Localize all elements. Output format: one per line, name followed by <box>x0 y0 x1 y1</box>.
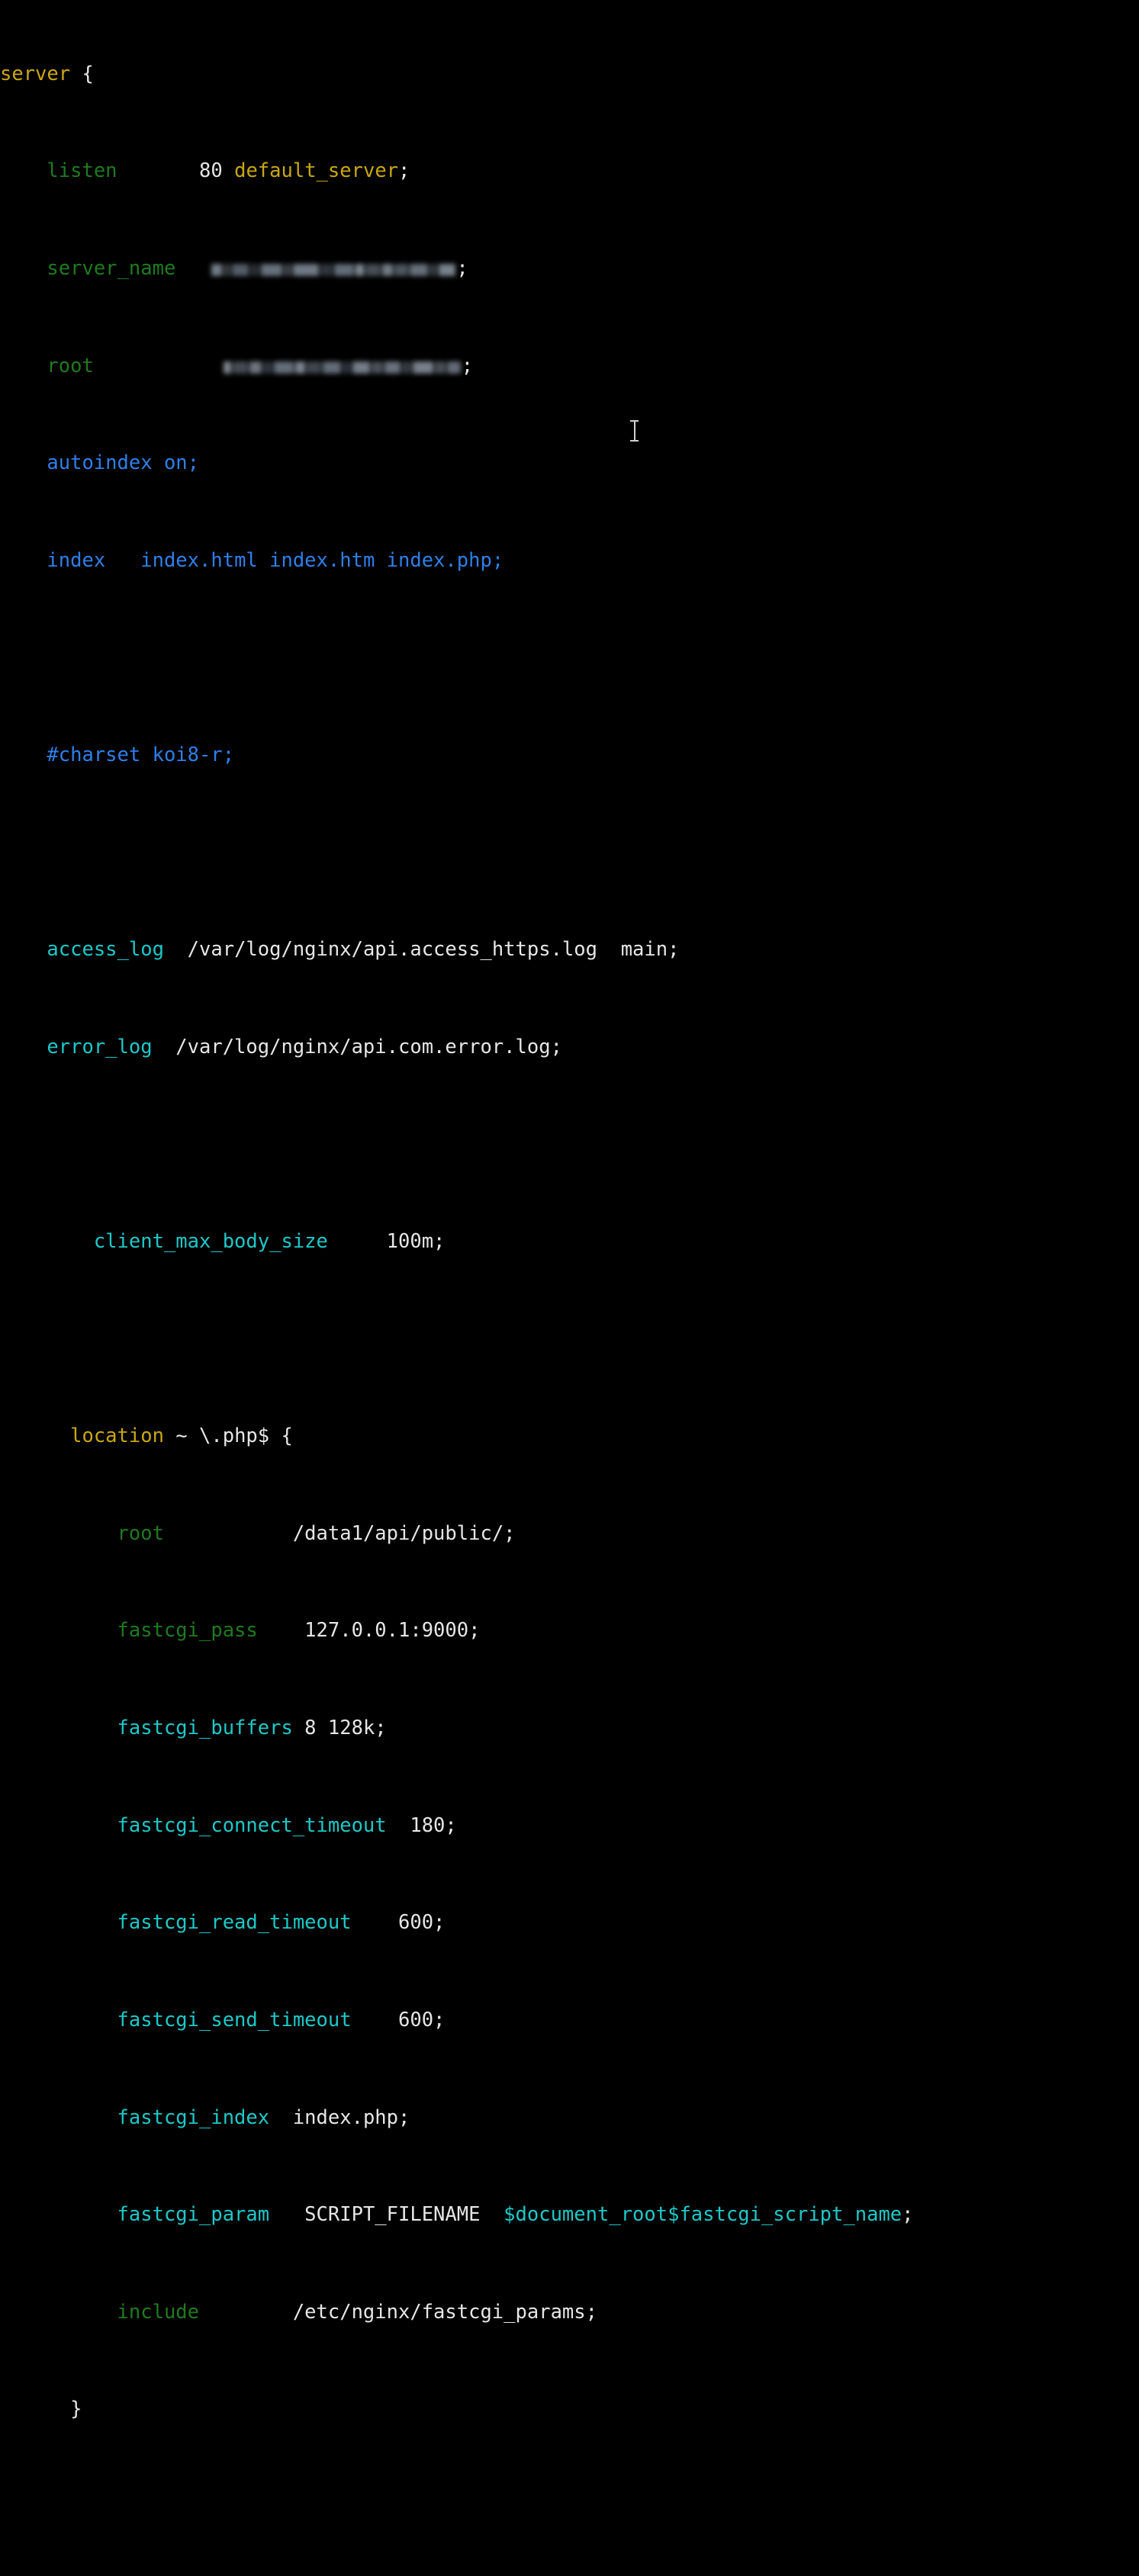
token-value: ~ \.php$ { <box>163 1425 293 1448</box>
token-gap <box>94 355 223 377</box>
code-line: client_max_body_size 100m; <box>0 1230 1139 1254</box>
token-value: /data1/api/public/; <box>163 1521 516 1545</box>
token-directive: client_max_body_size <box>93 1230 328 1254</box>
token-punct: { <box>70 62 94 85</box>
code-line: fastcgi_pass 127.0.0.1:9000; <box>0 1619 1139 1643</box>
code-line: fastcgi_index index.php; <box>0 2106 1139 2131</box>
token-gap <box>175 257 211 280</box>
token-punct: ; <box>456 256 468 280</box>
token-comment: #charset koi8-r; <box>47 743 235 766</box>
token-keyword: location <box>70 1425 164 1448</box>
token-variable: $document_root$fastcgi_script_name <box>504 2203 903 2227</box>
code-line: root /data1/api/public/; <box>0 1522 1139 1547</box>
code-area[interactable]: server { listen 80 default_server; serve… <box>0 0 1139 2576</box>
token-directive: fastcgi_connect_timeout <box>117 1813 387 1837</box>
token-value: /etc/nginx/fastcgi_params; <box>199 2300 597 2324</box>
token-brace: } <box>70 2398 82 2421</box>
code-line: index index.html index.htm index.php; <box>0 549 1139 573</box>
code-line: error_log /var/log/nginx/api.com.error.l… <box>0 1036 1139 1060</box>
code-line: fastcgi_param SCRIPT_FILENAME $document_… <box>0 2203 1139 2228</box>
code-line: listen 80 default_server; <box>0 159 1139 184</box>
redacted-root-path-value <box>223 355 462 379</box>
token-directive: fastcgi_param <box>117 2203 270 2227</box>
code-line: fastcgi_send_timeout 600; <box>0 2009 1139 2033</box>
token-value: 100m; <box>327 1230 446 1254</box>
token-value: 600; <box>351 2008 446 2032</box>
token-value: /var/log/nginx/api.access_https.log main… <box>163 938 680 962</box>
token-directive: fastcgi_index <box>117 2105 270 2129</box>
token-directive: server_name <box>47 256 176 280</box>
code-line: } <box>0 2398 1139 2422</box>
token-directive: root <box>117 1521 164 1545</box>
token-directive: autoindex <box>47 451 153 475</box>
token-value: index.html index.htm index.php; <box>105 548 504 572</box>
code-line: #charset koi8-r; <box>0 744 1139 768</box>
code-line: server_name ; <box>0 257 1139 281</box>
nginx-config-editor[interactable]: server { listen 80 default_server; serve… <box>0 0 1139 2420</box>
token-value: 180; <box>386 1813 457 1837</box>
token-value: /var/log/nginx/api.com.error.log; <box>152 1035 562 1058</box>
code-line: autoindex on; <box>0 451 1139 476</box>
token-directive: fastcgi_read_timeout <box>117 1911 352 1935</box>
code-line: fastcgi_buffers 8 128k; <box>0 1717 1139 1741</box>
token-punct: ; <box>398 159 410 183</box>
code-line: root ; <box>0 355 1139 379</box>
code-line: include /etc/nginx/fastcgi_params; <box>0 2301 1139 2325</box>
token-value: default_server <box>222 159 399 183</box>
token-gap <box>117 159 199 182</box>
token-value: SCRIPT_FILENAME <box>269 2203 504 2227</box>
token-directive: fastcgi_buffers <box>117 1717 293 1740</box>
redacted-server-name-value <box>211 257 456 281</box>
code-line: access_log /var/log/nginx/api.access_htt… <box>0 938 1139 962</box>
token-value: index.php; <box>269 2105 410 2129</box>
token-punct: ; <box>902 2203 914 2227</box>
token-directive: index <box>47 548 106 572</box>
token-directive: access_log <box>47 938 164 962</box>
token-directive: error_log <box>47 1035 153 1058</box>
token-directive: fastcgi_pass <box>117 1619 258 1643</box>
token-directive: root <box>47 354 94 377</box>
token-directive: include <box>117 2300 199 2324</box>
token-value: 600; <box>351 1911 446 1935</box>
token-number: 80 <box>199 159 223 183</box>
code-line: server { <box>0 63 1139 87</box>
token-value: 127.0.0.1:9000; <box>257 1619 481 1643</box>
code-line: fastcgi_connect_timeout 180; <box>0 1814 1139 1839</box>
token-directive: fastcgi_send_timeout <box>117 2008 352 2032</box>
code-line: location ~ \.php$ { <box>0 1425 1139 1449</box>
token-punct: ; <box>461 354 474 377</box>
token-value: 8 128k; <box>292 1717 387 1740</box>
token-keyword: server <box>0 62 71 85</box>
token-directive: listen <box>47 159 117 183</box>
code-line: fastcgi_read_timeout 600; <box>0 1911 1139 1935</box>
token-value: on; <box>152 451 200 475</box>
